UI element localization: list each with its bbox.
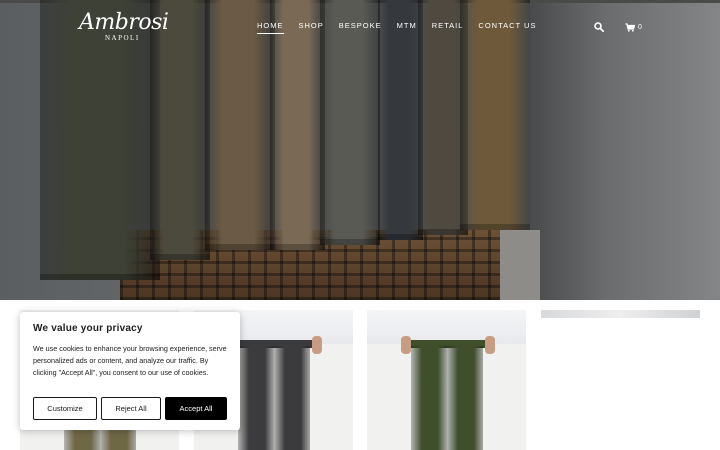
nav-item-shop[interactable]: SHOP	[299, 20, 324, 34]
model-hand	[401, 336, 411, 354]
cookie-banner-title: We value your privacy	[33, 323, 143, 334]
nav-item-home[interactable]: HOME	[257, 20, 284, 34]
nav-item-bespoke[interactable]: BESPOKE	[339, 20, 382, 34]
product-card[interactable]	[367, 310, 526, 450]
search-icon[interactable]	[594, 22, 604, 32]
side-shelf	[500, 230, 540, 300]
product-image-partial	[541, 310, 700, 318]
cookie-banner-actions: Customize Reject All Accept All	[33, 397, 227, 420]
customize-button[interactable]: Customize	[33, 397, 97, 420]
product-card[interactable]	[541, 310, 700, 450]
accept-all-button[interactable]: Accept All	[165, 397, 227, 420]
cookie-consent-banner: We value your privacy We use cookies to …	[20, 312, 240, 430]
model-hand	[312, 336, 322, 354]
trouser-leg	[447, 346, 483, 450]
nav-item-contact-us[interactable]: CONTACT US	[478, 20, 536, 34]
cart-count: 0	[638, 23, 642, 31]
trouser-leg	[274, 346, 310, 450]
trouser-leg	[411, 346, 447, 450]
model-hand	[485, 336, 495, 354]
top-navigation: Ambrosi NAPOLI HOME SHOP BESPOKE MTM RET…	[0, 0, 720, 56]
cart-button[interactable]: 0	[625, 21, 642, 33]
cookie-banner-text: We use cookies to enhance your browsing …	[33, 344, 227, 377]
nav-item-mtm[interactable]: MTM	[397, 20, 417, 34]
trouser-leg	[238, 346, 274, 450]
cart-icon	[625, 22, 635, 32]
main-menu: HOME SHOP BESPOKE MTM RETAIL CONTACT US	[257, 20, 551, 34]
brand-subtitle: NAPOLI	[105, 34, 140, 42]
nav-item-retail[interactable]: RETAIL	[432, 20, 464, 34]
reject-all-button[interactable]: Reject All	[101, 397, 161, 420]
model-shirt	[367, 310, 526, 344]
brand-logo[interactable]: Ambrosi NAPOLI	[79, 10, 169, 44]
brand-name: Ambrosi	[79, 10, 169, 35]
